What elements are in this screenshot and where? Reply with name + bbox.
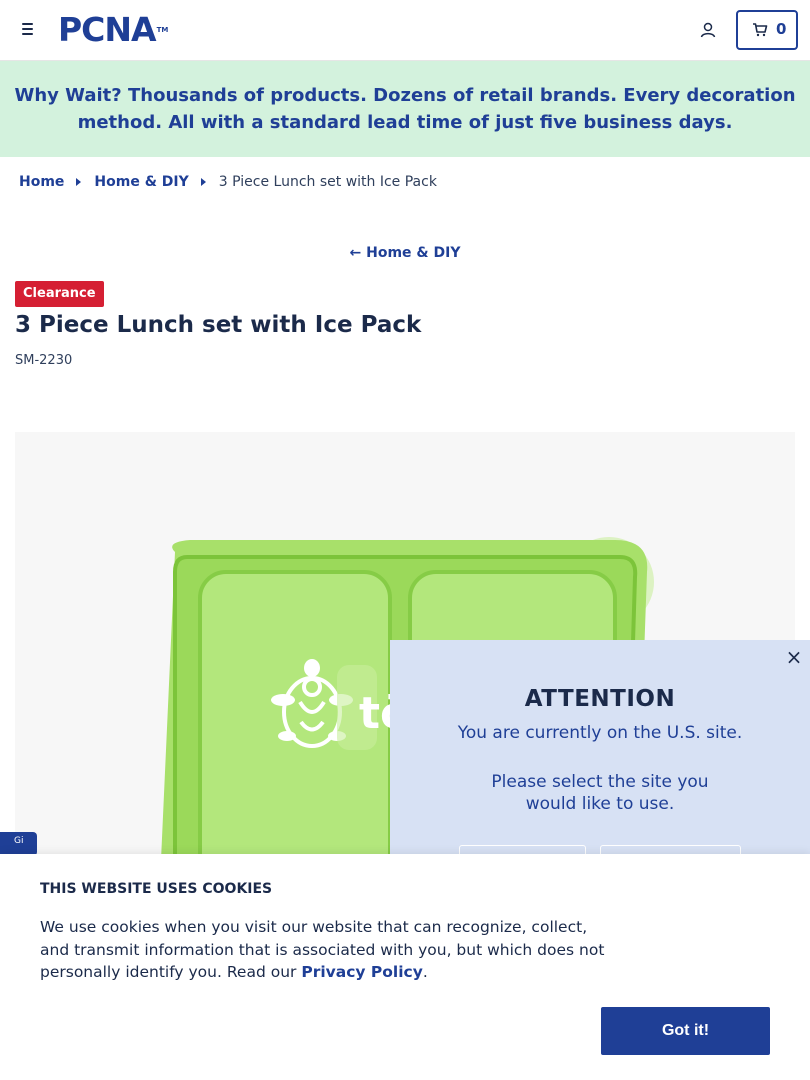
cookie-text: We use cookies when you visit our websit… — [40, 916, 610, 984]
promo-banner: Why Wait? Thousands of products. Dozens … — [0, 61, 810, 157]
product-sku: SM-2230 — [15, 353, 73, 368]
privacy-policy-link[interactable]: Privacy Policy — [301, 963, 423, 981]
cookie-text-end: . — [422, 963, 428, 981]
cart-count: 0 — [776, 20, 787, 38]
breadcrumb-separator-icon — [76, 178, 82, 186]
back-arrow-icon: ← — [349, 245, 362, 261]
feedback-tab-label: Gi — [14, 836, 24, 846]
logo-text: PCNA — [58, 10, 157, 49]
cookie-title: THIS WEBSITE USES COOKIES — [40, 881, 273, 897]
modal-message: You are currently on the U.S. site. — [457, 723, 743, 743]
breadcrumb-home-diy[interactable]: Home & DIY — [94, 174, 188, 190]
back-link-container: ← Home & DIY — [0, 245, 810, 261]
back-to-category-link[interactable]: ← Home & DIY — [350, 245, 461, 261]
logo-tm: TM — [156, 26, 169, 34]
site-header: PCNATM 0 — [0, 0, 810, 61]
breadcrumb-separator-icon — [200, 178, 206, 186]
promo-text: Why Wait? Thousands of products. Dozens … — [14, 85, 796, 133]
cart-button[interactable]: 0 — [736, 10, 798, 50]
breadcrumb-current: 3 Piece Lunch set with Ice Pack — [218, 174, 437, 190]
account-icon[interactable] — [699, 21, 717, 39]
hamburger-menu-icon[interactable] — [20, 20, 38, 40]
breadcrumb: Home Home & DIY 3 Piece Lunch set with I… — [19, 174, 437, 190]
modal-prompt: Please select the site you would like to… — [491, 772, 709, 814]
clearance-badge: Clearance — [15, 281, 104, 307]
close-icon[interactable]: × — [785, 646, 803, 668]
product-title: 3 Piece Lunch set with Ice Pack — [15, 312, 422, 338]
pcna-logo[interactable]: PCNATM — [58, 13, 168, 47]
feedback-tab[interactable]: Gi — [0, 832, 37, 856]
back-link-label: Home & DIY — [366, 245, 461, 261]
modal-title: ATTENTION — [524, 686, 676, 712]
accept-cookies-button[interactable]: Got it! — [601, 1007, 770, 1055]
breadcrumb-home[interactable]: Home — [19, 174, 64, 190]
cart-icon — [753, 23, 768, 37]
